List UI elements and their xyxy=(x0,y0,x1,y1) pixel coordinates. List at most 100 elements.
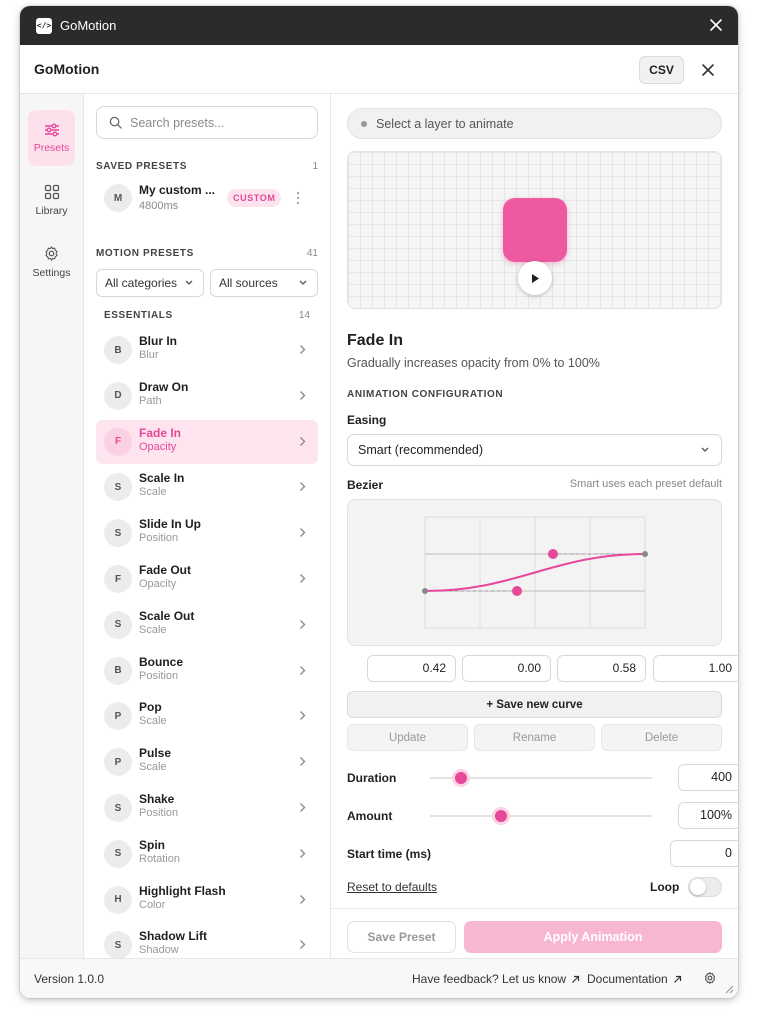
csv-button[interactable]: CSV xyxy=(639,56,684,84)
animation-description: Gradually increases opacity from 0% to 1… xyxy=(347,356,600,370)
preset-name: Slide In Up xyxy=(139,517,202,532)
chevron-down-icon xyxy=(701,447,709,452)
chevron-right-icon xyxy=(300,803,306,812)
more-vertical-icon[interactable] xyxy=(295,189,301,207)
rename-button[interactable]: Rename xyxy=(474,724,595,751)
gear-icon[interactable] xyxy=(703,971,717,985)
amount-slider[interactable] xyxy=(430,815,652,817)
save-curve-button[interactable]: + Save new curve xyxy=(347,691,722,718)
feedback-link[interactable]: Have feedback? Let us know xyxy=(412,972,580,986)
docs-text: Documentation xyxy=(587,972,668,986)
amount-input[interactable]: 100% xyxy=(678,802,738,829)
search-box[interactable] xyxy=(96,106,318,139)
bezier-x2-input[interactable]: 0.58 xyxy=(557,655,646,682)
category-filter[interactable]: All categories xyxy=(96,269,204,297)
preset-item[interactable]: S Shadow Lift Shadow xyxy=(96,923,318,958)
preset-category: Rotation xyxy=(139,852,180,865)
easing-select[interactable]: Smart (recommended) xyxy=(347,434,722,466)
preset-category: Blur xyxy=(139,349,159,361)
preset-name: Pop xyxy=(139,700,162,715)
avatar: S xyxy=(104,794,132,822)
delete-button[interactable]: Delete xyxy=(601,724,722,751)
avatar: S xyxy=(104,839,132,868)
bezier-graph xyxy=(422,516,648,629)
avatar: H xyxy=(104,885,132,914)
config-section-title: ANIMATION CONFIGURATION xyxy=(347,389,504,400)
avatar: F xyxy=(104,427,132,456)
update-button[interactable]: Update xyxy=(347,724,468,751)
preset-name: Pulse xyxy=(139,746,172,761)
layer-selector[interactable]: Select a layer to animate xyxy=(347,108,722,139)
bezier-editor[interactable] xyxy=(347,499,722,646)
bezier-hint: Smart uses each preset default xyxy=(569,478,722,490)
rail-label: Library xyxy=(35,204,68,217)
grid-icon xyxy=(44,184,59,199)
preset-category: Scale xyxy=(139,715,167,728)
window-close-icon[interactable] xyxy=(706,15,726,35)
duration-input[interactable]: 400 xyxy=(678,764,738,791)
preset-category: Scale xyxy=(139,623,167,636)
source-filter[interactable]: All sources xyxy=(210,269,318,297)
apply-animation-button[interactable]: Apply Animation xyxy=(464,921,722,953)
resize-grip-icon[interactable] xyxy=(724,984,734,994)
chevron-right-icon xyxy=(300,940,306,950)
section-count: 14 xyxy=(298,310,310,321)
preset-name: Shadow Lift xyxy=(139,929,207,944)
bezier-x1-input[interactable]: 0.42 xyxy=(367,655,456,682)
amount-slider-thumb[interactable] xyxy=(495,810,508,822)
preset-item[interactable]: F Fade In Opacity xyxy=(96,419,318,464)
start-time-input[interactable]: 0 xyxy=(670,840,738,867)
play-button[interactable] xyxy=(518,261,552,295)
preset-item[interactable]: S Shake Position xyxy=(96,786,318,830)
preset-name: Fade Out xyxy=(139,563,192,577)
preset-item[interactable]: D Draw On Path xyxy=(96,374,318,418)
chevron-right-icon xyxy=(300,345,306,354)
preset-item[interactable]: P Pop Scale xyxy=(96,694,318,738)
preset-item[interactable]: S Spin Rotation xyxy=(96,832,318,876)
section-title: SAVED PRESETS xyxy=(96,161,187,172)
preset-item[interactable]: S Scale In Scale xyxy=(96,465,318,509)
preset-item[interactable]: S Scale Out Scale xyxy=(96,603,318,647)
avatar: B xyxy=(104,656,132,685)
preset-item[interactable]: F Fade Out Opacity xyxy=(96,557,318,601)
reset-defaults-link[interactable]: Reset to defaults xyxy=(347,880,437,894)
rail-item-settings[interactable]: Settings xyxy=(28,234,75,290)
preset-category: Position xyxy=(139,807,179,819)
bezier-y1-input[interactable]: 0.00 xyxy=(462,655,551,682)
preset-name: Bounce xyxy=(139,654,184,669)
app-name: GoMotion xyxy=(34,61,100,77)
bezier-label: Bezier xyxy=(347,478,384,492)
chevron-right-icon xyxy=(300,528,306,538)
bezier-y2-input[interactable]: 1.00 xyxy=(653,655,738,682)
search-input[interactable] xyxy=(130,115,310,130)
panel-footer: Save Preset Apply Animation xyxy=(331,908,738,958)
loop-toggle[interactable] xyxy=(688,877,722,897)
preset-item[interactable]: P Pulse Scale xyxy=(96,740,318,784)
rail-item-presets[interactable]: Presets xyxy=(28,110,75,166)
preset-item[interactable]: H Highlight Flash Color xyxy=(96,878,318,922)
close-icon[interactable] xyxy=(697,59,719,81)
saved-preset-item[interactable]: M My custom ... 4800ms CUSTOM xyxy=(96,180,318,220)
chevron-down-icon xyxy=(185,280,193,285)
preset-item[interactable]: B Bounce Position xyxy=(96,649,318,693)
rail-item-library[interactable]: Library xyxy=(28,172,75,228)
config-panel: Select a layer to animate Fade In Gradua… xyxy=(331,94,738,958)
status-dot xyxy=(361,120,367,127)
avatar: S xyxy=(104,931,132,958)
documentation-link[interactable]: Documentation xyxy=(587,972,682,986)
saved-presets-header: SAVED PRESETS 1 xyxy=(96,161,318,172)
presets-column: SAVED PRESETS 1 M My custom ... 4800ms C… xyxy=(84,94,331,958)
preset-item[interactable]: S Slide In Up Position xyxy=(96,511,318,555)
control-point-2[interactable] xyxy=(548,549,558,559)
curve-start-point xyxy=(422,588,428,594)
avatar: S xyxy=(104,473,132,502)
category-filter-value: All categories xyxy=(105,276,178,290)
preset-item[interactable]: B Blur In Blur xyxy=(96,328,318,372)
control-point-1[interactable] xyxy=(512,586,522,596)
avatar: S xyxy=(104,610,132,639)
preset-name: Scale In xyxy=(139,471,185,486)
curve-end-point xyxy=(642,551,648,557)
duration-slider-thumb[interactable] xyxy=(455,772,468,784)
save-preset-button[interactable]: Save Preset xyxy=(347,921,456,953)
window-title: GoMotion xyxy=(60,18,117,33)
